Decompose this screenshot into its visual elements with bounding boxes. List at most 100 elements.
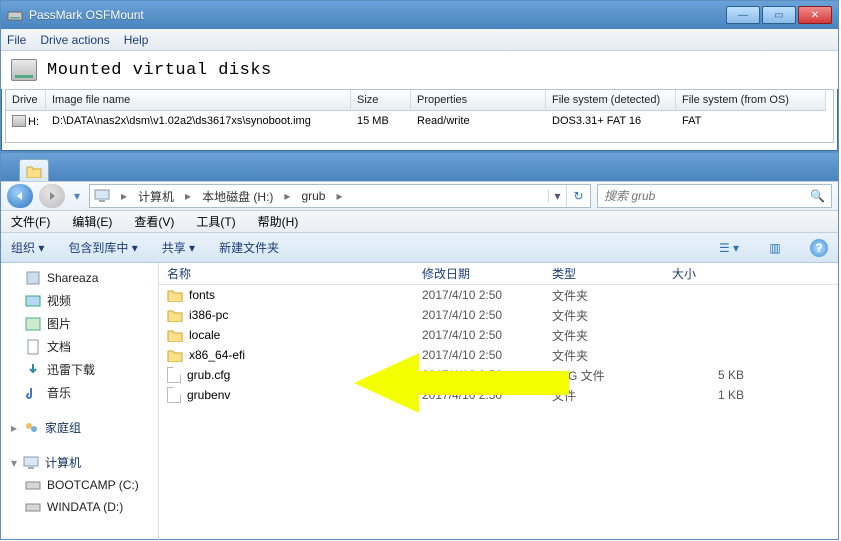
col-type[interactable]: 类型 xyxy=(544,265,664,282)
col-fs-detected[interactable]: File system (detected) xyxy=(546,90,676,111)
explorer-toolbar: 组织 ▾ 包含到库中 ▾ 共享 ▾ 新建文件夹 ☰ ▾ ▥ ? xyxy=(1,233,838,263)
view-mode-button[interactable]: ☰ ▾ xyxy=(718,237,740,259)
computer-icon xyxy=(23,455,39,471)
col-fs-os[interactable]: File system (from OS) xyxy=(676,90,826,111)
tree-group-homegroup[interactable]: ▸家庭组 xyxy=(1,416,158,439)
menu-file[interactable]: File xyxy=(7,33,26,47)
drive-icon xyxy=(25,477,41,493)
back-button[interactable] xyxy=(7,184,33,208)
breadcrumb[interactable]: ▸ 计算机 ▸ 本地磁盘 (H:) ▸ grub ▸ ▾ ↻ xyxy=(89,184,591,208)
folder-icon xyxy=(167,288,183,302)
file-date: 2017/4/10 2:50 xyxy=(414,388,544,402)
menu-bar: File Drive actions Help xyxy=(1,29,838,51)
file-type: 文件夹 xyxy=(544,307,664,324)
tree-item[interactable]: 图片 xyxy=(1,312,158,335)
tree-item[interactable]: Shareaza xyxy=(1,267,158,289)
col-image[interactable]: Image file name xyxy=(46,90,351,111)
menu-edit[interactable]: 编辑(E) xyxy=(72,213,112,230)
tree-item[interactable]: 音乐 xyxy=(1,381,158,404)
file-list[interactable]: 名称 修改日期 类型 大小 fonts2017/4/10 2:50文件夹i386… xyxy=(159,263,838,541)
breadcrumb-sep[interactable]: ▸ xyxy=(116,189,132,203)
preview-pane-button[interactable]: ▥ xyxy=(764,237,786,259)
menu-file[interactable]: 文件(F) xyxy=(11,213,50,230)
chevron-down-icon: ▾ xyxy=(11,456,17,470)
tree-item[interactable]: 迅雷下载 xyxy=(1,358,158,381)
forward-button[interactable] xyxy=(39,184,65,208)
menu-drive-actions[interactable]: Drive actions xyxy=(40,33,109,47)
col-date[interactable]: 修改日期 xyxy=(414,265,544,282)
explorer-tab[interactable] xyxy=(19,159,49,181)
folder-icon xyxy=(167,328,183,342)
tree-item[interactable]: 文档 xyxy=(1,335,158,358)
minimize-button[interactable]: — xyxy=(726,6,760,24)
address-bar: ▾ ▸ 计算机 ▸ 本地磁盘 (H:) ▸ grub ▸ ▾ ↻ 🔍 xyxy=(1,181,838,211)
folder-icon xyxy=(26,164,42,178)
tree-group-computer[interactable]: ▾计算机 xyxy=(1,451,158,474)
toolbar-include[interactable]: 包含到库中 ▾ xyxy=(68,239,137,256)
app-icon xyxy=(7,7,23,23)
titlebar[interactable]: PassMark OSFMount — ▭ ✕ xyxy=(1,1,838,29)
cell-prop: Read/write xyxy=(411,111,546,132)
table-row[interactable]: H: D:\DATA\nas2x\dsm\v1.02a2\ds3617xs\sy… xyxy=(6,111,833,132)
file-size: 1 KB xyxy=(664,388,764,402)
tabstrip xyxy=(1,153,838,181)
list-item[interactable]: grubenv2017/4/10 2:50文件1 KB xyxy=(159,385,838,405)
file-icon xyxy=(167,367,181,383)
breadcrumb-dropdown[interactable]: ▾ xyxy=(548,189,566,203)
search-icon[interactable]: 🔍 xyxy=(810,189,825,203)
picture-icon xyxy=(25,316,41,332)
toolbar-share[interactable]: 共享 ▾ xyxy=(162,239,195,256)
breadcrumb-sep[interactable]: ▸ xyxy=(331,189,347,203)
breadcrumb-seg[interactable]: 计算机 xyxy=(132,185,180,207)
disk-icon xyxy=(11,59,37,81)
disk-icon xyxy=(12,115,26,127)
breadcrumb-sep[interactable]: ▸ xyxy=(279,189,295,203)
search-box[interactable]: 🔍 xyxy=(597,184,832,208)
breadcrumb-seg[interactable]: grub xyxy=(295,185,331,207)
list-item[interactable]: fonts2017/4/10 2:50文件夹 xyxy=(159,285,838,305)
list-item[interactable]: locale2017/4/10 2:50文件夹 xyxy=(159,325,838,345)
toolbar-organize[interactable]: 组织 ▾ xyxy=(11,239,44,256)
search-input[interactable] xyxy=(604,189,804,203)
window-title: PassMark OSFMount xyxy=(29,8,726,22)
close-button[interactable]: ✕ xyxy=(798,6,832,24)
file-name: grub.cfg xyxy=(187,368,230,382)
menu-view[interactable]: 查看(V) xyxy=(134,213,174,230)
list-item[interactable]: i386-pc2017/4/10 2:50文件夹 xyxy=(159,305,838,325)
file-date: 2017/4/10 2:50 xyxy=(414,288,544,302)
document-icon xyxy=(25,339,41,355)
col-drive[interactable]: Drive xyxy=(6,90,46,111)
tree-item[interactable]: 视频 xyxy=(1,289,158,312)
list-item[interactable]: grub.cfg 2017/4/10 2:50CFG 文件5 KB xyxy=(159,365,838,385)
file-type: 文件夹 xyxy=(544,327,664,344)
file-date: 2017/4/10 2:50 xyxy=(414,328,544,342)
file-type: CFG 文件 xyxy=(544,367,664,384)
menu-help[interactable]: Help xyxy=(124,33,149,47)
computer-icon xyxy=(94,189,110,203)
file-name: i386-pc xyxy=(189,308,228,322)
file-date: 2017/4/10 2:50 xyxy=(414,368,544,382)
tree-item[interactable]: WINDATA (D:) xyxy=(1,496,158,518)
file-size: 5 KB xyxy=(664,368,764,382)
help-button[interactable]: ? xyxy=(810,239,828,257)
col-properties[interactable]: Properties xyxy=(411,90,546,111)
homegroup-icon xyxy=(23,420,39,436)
menu-help[interactable]: 帮助(H) xyxy=(258,213,299,230)
col-name[interactable]: 名称 xyxy=(159,265,414,282)
col-size[interactable]: 大小 xyxy=(664,265,764,282)
nav-tree[interactable]: Shareaza 视频 图片 文档 迅雷下载 音乐 ▸家庭组 ▾计算机 BOOT… xyxy=(1,263,159,541)
section-header: Mounted virtual disks xyxy=(1,51,838,89)
download-icon xyxy=(25,362,41,378)
tree-item[interactable]: BOOTCAMP (C:) xyxy=(1,474,158,496)
file-icon xyxy=(167,387,181,403)
toolbar-new-folder[interactable]: 新建文件夹 xyxy=(219,239,279,256)
col-size[interactable]: Size xyxy=(351,90,411,111)
maximize-button[interactable]: ▭ xyxy=(762,6,796,24)
list-item[interactable]: x86_64-efi2017/4/10 2:50文件夹 xyxy=(159,345,838,365)
history-dropdown[interactable]: ▾ xyxy=(71,187,83,205)
menu-tools[interactable]: 工具(T) xyxy=(196,213,235,230)
refresh-button[interactable]: ↻ xyxy=(566,185,590,207)
app-icon xyxy=(25,270,41,286)
breadcrumb-seg[interactable]: 本地磁盘 (H:) xyxy=(196,185,279,207)
breadcrumb-sep[interactable]: ▸ xyxy=(180,189,196,203)
